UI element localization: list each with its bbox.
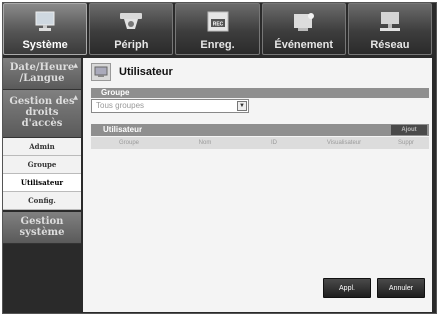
- col-groupe: Groupe: [118, 140, 139, 146]
- corner-marker-icon: ▲: [73, 94, 78, 101]
- tab-systeme-label: Système: [22, 39, 68, 51]
- tab-periph[interactable]: Périph: [89, 3, 174, 55]
- page-title: Utilisateur: [119, 66, 173, 78]
- sidebar-item-gestion-systeme[interactable]: Gestion système: [3, 212, 81, 244]
- sidebar-gestion-line1: Gestion des: [9, 96, 75, 107]
- sidebar-item-date-heure-langue[interactable]: ▲ Date/Heure /Langue: [3, 58, 81, 90]
- cancel-button[interactable]: Annuler: [377, 278, 425, 298]
- group-select-value: Tous groupes: [96, 101, 145, 110]
- col-id: ID: [271, 140, 277, 146]
- sidebar-date-line1: Date/Heure: [9, 62, 75, 73]
- sidebar-systeme-line1: Gestion: [20, 216, 64, 227]
- tab-reseau-label: Réseau: [370, 39, 410, 51]
- tab-enreg-label: Enreg.: [200, 39, 235, 51]
- chevron-down-icon[interactable]: ▼: [237, 101, 247, 111]
- event-sensor-icon: [293, 13, 314, 31]
- camera-icon: [120, 13, 143, 29]
- col-nom: Nom: [198, 140, 212, 146]
- tab-evenement-label: Événement: [274, 39, 334, 51]
- monitor-icon: [35, 11, 55, 31]
- user-table-header: Groupe Nom ID Visualisateur Suppr: [91, 137, 429, 149]
- tab-periph-label: Périph: [114, 39, 149, 51]
- col-visualisateur: Visualisateur: [326, 140, 362, 146]
- tab-reseau[interactable]: Réseau: [347, 3, 433, 55]
- group-section-header: Groupe: [91, 88, 429, 98]
- top-nav: Système Périph REC Enreg. Événement Rése…: [3, 3, 433, 55]
- sidebar-subitem-config[interactable]: Config.: [3, 192, 81, 210]
- group-select[interactable]: Tous groupes ▼: [91, 99, 249, 113]
- sidebar-item-gestion-droits[interactable]: ▲ Gestion des droits d'accès: [3, 90, 81, 138]
- tab-enreg[interactable]: REC Enreg.: [175, 3, 260, 55]
- tab-systeme[interactable]: Système: [3, 3, 88, 55]
- sidebar-date-line2: /Langue: [19, 73, 65, 84]
- rec-icon: REC: [207, 11, 228, 32]
- sidebar-subitem-admin[interactable]: Admin: [3, 138, 81, 156]
- tab-evenement[interactable]: Événement: [261, 3, 346, 55]
- page-header: Utilisateur: [91, 62, 173, 82]
- sidebar-subitem-utilisateur[interactable]: Utilisateur: [3, 174, 81, 192]
- sidebar-gestion-line3: d'accès: [21, 118, 63, 129]
- svg-text:REC: REC: [212, 22, 223, 28]
- user-settings-icon: [91, 63, 111, 81]
- sidebar: ▲ Date/Heure /Langue ▲ Gestion des droit…: [3, 58, 81, 312]
- col-suppr: Suppr: [397, 140, 414, 146]
- add-user-button[interactable]: Ajout: [391, 125, 427, 135]
- network-icon: [379, 12, 400, 31]
- user-section-title: Utilisateur: [103, 125, 143, 134]
- user-section-header: Utilisateur Ajout: [91, 124, 429, 136]
- sidebar-gestion-line2: droits: [25, 107, 59, 118]
- corner-marker-icon: ▲: [73, 62, 78, 69]
- sidebar-systeme-line2: système: [19, 227, 65, 238]
- sidebar-subitem-groupe[interactable]: Groupe: [3, 156, 81, 174]
- apply-button[interactable]: Appl.: [323, 278, 371, 298]
- content-panel: Utilisateur Groupe Tous groupes ▼ Utilis…: [83, 58, 432, 312]
